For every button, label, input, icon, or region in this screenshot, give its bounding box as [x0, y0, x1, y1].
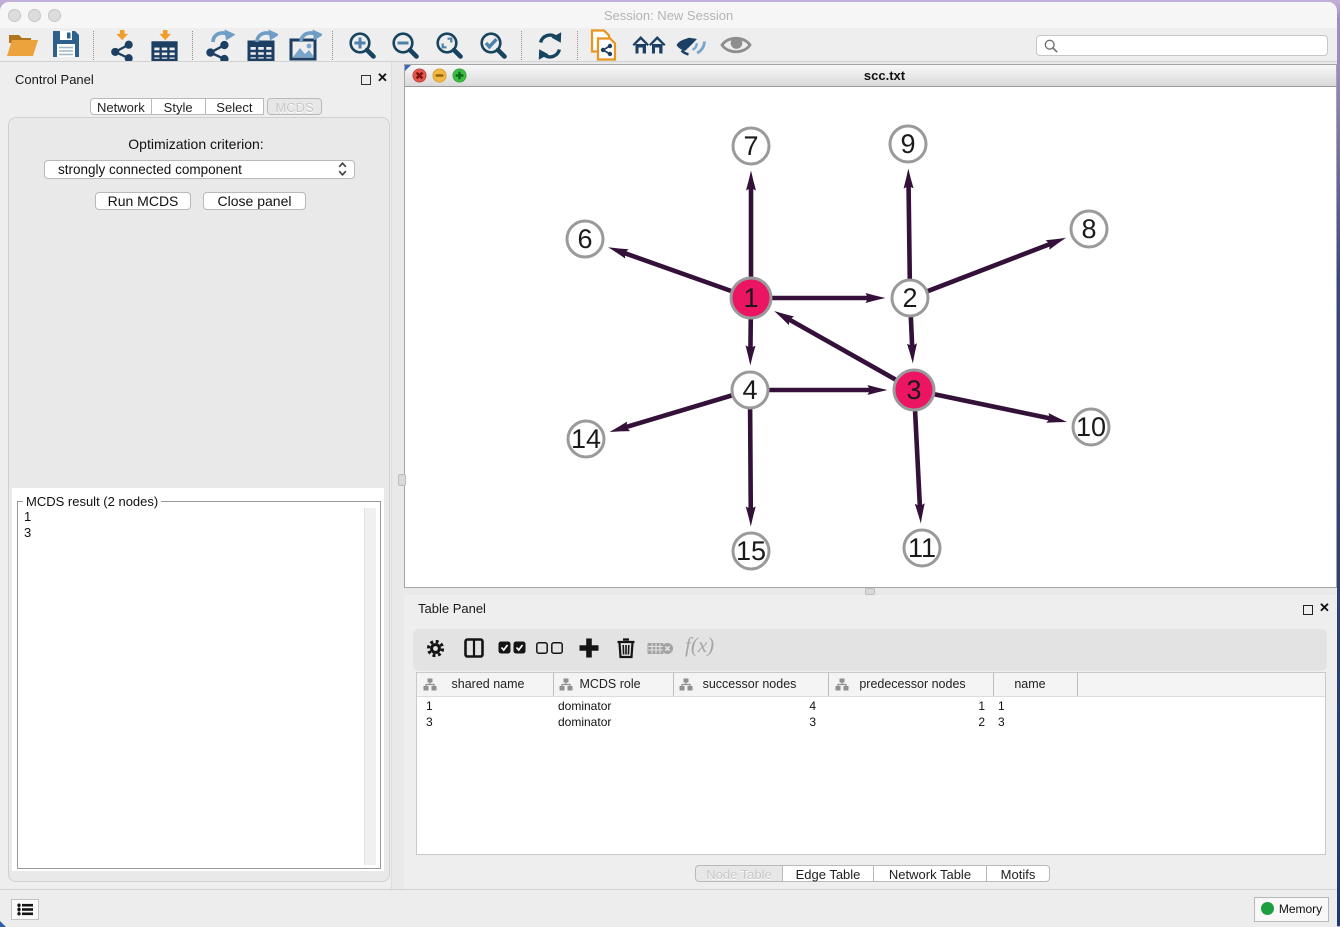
svg-text:10: 10 [1076, 412, 1106, 442]
svg-text:9: 9 [900, 129, 915, 159]
svg-text:15: 15 [736, 536, 766, 566]
svg-text:2: 2 [902, 283, 917, 313]
svg-text:8: 8 [1081, 214, 1096, 244]
svg-text:3: 3 [906, 375, 921, 405]
svg-text:14: 14 [571, 424, 601, 454]
svg-text:6: 6 [577, 224, 592, 254]
svg-text:1: 1 [743, 283, 758, 313]
svg-text:11: 11 [908, 533, 936, 563]
svg-text:7: 7 [743, 131, 758, 161]
svg-text:4: 4 [742, 375, 757, 405]
